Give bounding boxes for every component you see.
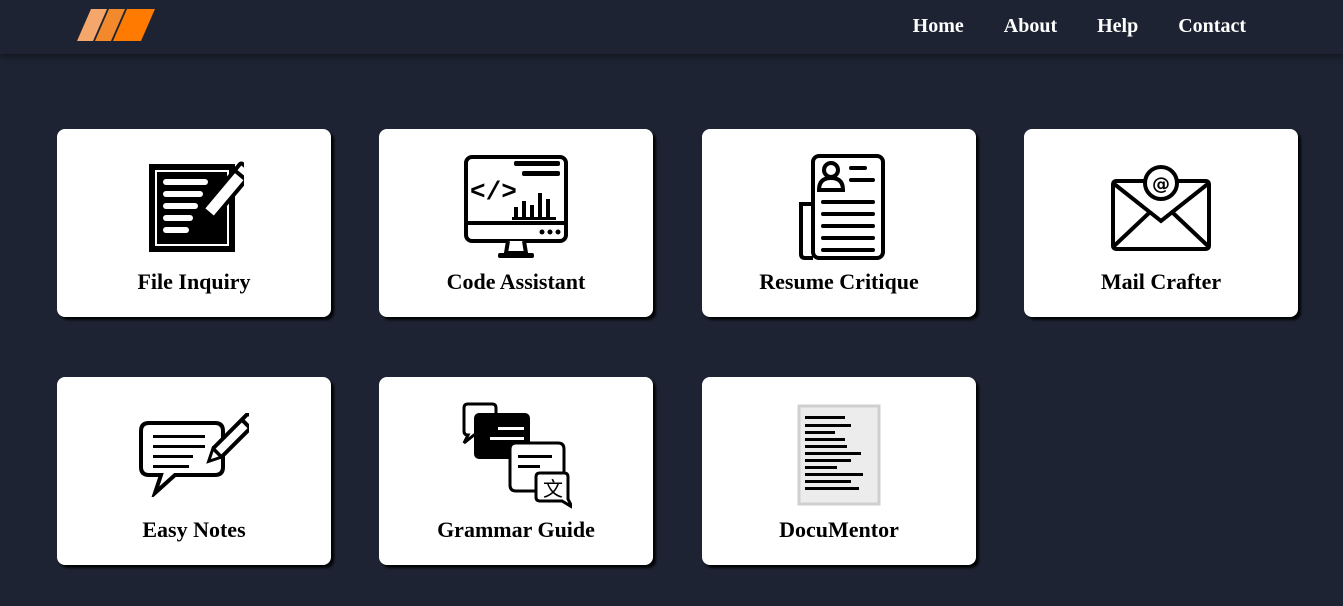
card-label: DocuMentor [779, 517, 899, 542]
card-label: Resume Critique [759, 269, 919, 294]
card-file-inquiry[interactable]: File Inquiry [57, 129, 331, 317]
card-label: File Inquiry [137, 269, 251, 294]
note-chat-pencil-icon [139, 413, 249, 497]
svg-text:文: 文 [543, 477, 563, 501]
card-code-assistant[interactable]: </> Code Assistant [379, 129, 653, 317]
card-resume-critique[interactable]: Resume Critique [702, 129, 976, 317]
nav-help-link[interactable]: Help [1097, 15, 1138, 38]
translate-chat-icon: A 文 [462, 402, 572, 509]
document-edit-icon [149, 161, 244, 252]
nav-about-link[interactable]: About [1004, 15, 1057, 38]
card-label: Grammar Guide [437, 517, 595, 542]
svg-text:</>: </> [470, 177, 517, 207]
card-label: Code Assistant [446, 269, 586, 294]
card-documentor[interactable]: DocuMentor [702, 377, 976, 565]
card-label: Easy Notes [142, 517, 246, 542]
card-label: Mail Crafter [1100, 269, 1222, 294]
email-envelope-icon: @ [1111, 165, 1211, 251]
brand-logo-icon[interactable] [77, 9, 155, 41]
card-mail-crafter[interactable]: @ Mail Crafter [1024, 129, 1298, 317]
nav-contact-link[interactable]: Contact [1178, 15, 1246, 38]
text-document-icon [797, 404, 881, 506]
card-easy-notes[interactable]: Easy Notes [57, 377, 331, 565]
svg-text:@: @ [1152, 174, 1170, 195]
resume-icon [799, 154, 885, 260]
nav-home-link[interactable]: Home [913, 15, 964, 38]
nav-links: Home About Help Contact [873, 0, 1246, 54]
code-monitor-icon: </> [464, 155, 568, 258]
card-grammar-guide[interactable]: A 文 Grammar Guide [379, 377, 653, 565]
top-navbar: Home About Help Contact [0, 0, 1343, 54]
